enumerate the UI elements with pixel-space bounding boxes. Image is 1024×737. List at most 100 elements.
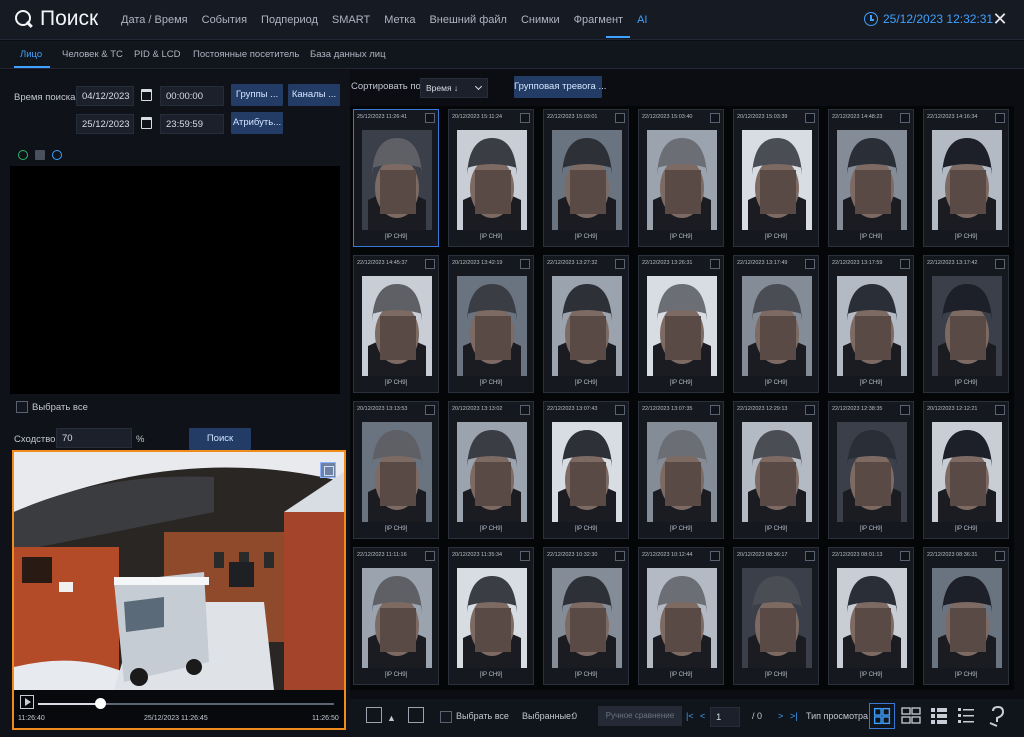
tab-face[interactable]: Лицо	[20, 49, 42, 60]
face-result-card[interactable]: 20/12/2023 13:13:53 [IP CH9]	[353, 401, 439, 539]
fullscreen-icon[interactable]	[320, 462, 336, 478]
face-result-checkbox[interactable]	[900, 113, 910, 123]
nav-snapshots[interactable]: Снимки	[521, 14, 560, 26]
face-result-checkbox[interactable]	[520, 405, 530, 415]
face-result-checkbox[interactable]	[615, 551, 625, 561]
export-icon[interactable]	[408, 707, 424, 723]
face-result-card[interactable]: 20/12/2023 12:12:21 [IP CH9]	[923, 401, 1009, 539]
nav-events[interactable]: События	[202, 14, 247, 26]
groups-button[interactable]: Группы ...	[231, 84, 283, 106]
list-view-icon[interactable]	[953, 703, 979, 729]
face-result-card[interactable]: 20/12/2023 15:11:24 [IP CH9]	[448, 109, 534, 247]
face-result-card[interactable]: 22/12/2023 08:36:31 [IP CH9]	[923, 547, 1009, 685]
delete-icon[interactable]	[35, 150, 45, 160]
face-result-checkbox[interactable]	[520, 113, 530, 123]
start-time-field[interactable]: 00:00:00	[160, 86, 224, 106]
tab-pid-lcd[interactable]: PID & LCD	[134, 49, 180, 60]
face-result-checkbox[interactable]	[900, 259, 910, 269]
face-result-checkbox[interactable]	[710, 405, 720, 415]
play-icon[interactable]	[20, 695, 34, 709]
face-result-checkbox[interactable]	[520, 259, 530, 269]
search-button[interactable]: Поиск	[189, 428, 251, 450]
face-result-checkbox[interactable]	[995, 259, 1005, 269]
prev-page-icon[interactable]: <	[700, 711, 705, 721]
similarity-input[interactable]: 70	[56, 428, 132, 448]
end-date-field[interactable]: 25/12/2023	[76, 114, 134, 134]
add-icon[interactable]	[18, 150, 28, 160]
face-result-checkbox[interactable]	[615, 405, 625, 415]
face-result-checkbox[interactable]	[615, 259, 625, 269]
face-result-card[interactable]: 22/12/2023 11:11:16 [IP CH9]	[353, 547, 439, 685]
face-result-card[interactable]: 22/12/2023 15:03:01 [IP CH9]	[543, 109, 629, 247]
select-all-checkbox[interactable]	[16, 401, 28, 413]
face-result-card[interactable]: 25/12/2023 11:26:41 [IP CH9]	[353, 109, 439, 247]
face-result-card[interactable]: 22/12/2023 13:27:32 [IP CH9]	[543, 255, 629, 393]
nav-subperiod[interactable]: Подпериод	[261, 14, 318, 26]
close-button[interactable]: ✕	[990, 9, 1010, 29]
group-alarm-button[interactable]: Групповая тревога ...	[514, 76, 606, 98]
video-preview[interactable]: 11:26:40 25/12/2023 11:26:45 11:26:50	[12, 450, 346, 730]
face-result-checkbox[interactable]	[615, 113, 625, 123]
face-result-checkbox[interactable]	[805, 259, 815, 269]
face-result-card[interactable]: 20/12/2023 13:13:02 [IP CH9]	[448, 401, 534, 539]
face-result-card[interactable]: 22/12/2023 13:17:42 [IP CH9]	[923, 255, 1009, 393]
attribute-button[interactable]: Атрибуть...	[231, 112, 283, 134]
playback-slider-handle[interactable]	[95, 698, 106, 709]
nav-fragment[interactable]: Фрагмент	[574, 14, 623, 26]
channels-button[interactable]: Каналы ...	[288, 84, 340, 106]
refresh-icon[interactable]	[52, 150, 62, 160]
face-result-card[interactable]: 20/12/2023 15:03:39 [IP CH9]	[733, 109, 819, 247]
face-result-checkbox[interactable]	[995, 405, 1005, 415]
face-result-checkbox[interactable]	[425, 405, 435, 415]
nav-external-file[interactable]: Внешний файл	[429, 14, 507, 26]
face-result-checkbox[interactable]	[710, 551, 720, 561]
face-result-checkbox[interactable]	[710, 259, 720, 269]
face-result-card[interactable]: 20/12/2023 11:35:34 [IP CH9]	[448, 547, 534, 685]
nav-ai[interactable]: AI	[637, 14, 647, 26]
start-date-field[interactable]: 04/12/2023	[76, 86, 134, 106]
manual-compare-button[interactable]: Ручное сравнение	[598, 706, 682, 726]
first-page-icon[interactable]: |<	[686, 711, 694, 721]
face-result-card[interactable]: 22/12/2023 14:48:23 [IP CH9]	[828, 109, 914, 247]
face-result-card[interactable]: 22/12/2023 12:29:13 [IP CH9]	[733, 401, 819, 539]
grid-small-view-icon[interactable]	[898, 703, 924, 729]
face-result-card[interactable]: 22/12/2023 10:32:30 [IP CH9]	[543, 547, 629, 685]
face-result-card[interactable]: 22/12/2023 13:07:43 [IP CH9]	[543, 401, 629, 539]
face-result-checkbox[interactable]	[425, 113, 435, 123]
face-result-checkbox[interactable]	[900, 405, 910, 415]
face-result-card[interactable]: 22/12/2023 13:17:49 [IP CH9]	[733, 255, 819, 393]
face-result-checkbox[interactable]	[900, 551, 910, 561]
page-input[interactable]: 1	[710, 707, 740, 727]
face-result-checkbox[interactable]	[710, 113, 720, 123]
face-result-checkbox[interactable]	[425, 259, 435, 269]
nav-smart[interactable]: SMART	[332, 14, 370, 26]
tab-human-vehicle[interactable]: Человек & ТС	[62, 49, 123, 60]
face-result-card[interactable]: 20/12/2023 13:42:19 [IP CH9]	[448, 255, 534, 393]
calendar-icon[interactable]	[141, 89, 152, 101]
play-results-icon[interactable]	[366, 707, 382, 723]
face-image-list[interactable]	[10, 166, 340, 394]
face-result-checkbox[interactable]	[425, 551, 435, 561]
grid-detail-view-icon[interactable]	[926, 703, 952, 729]
calendar-icon[interactable]	[141, 117, 152, 129]
face-result-card[interactable]: 22/12/2023 10:12:44 [IP CH9]	[638, 547, 724, 685]
face-result-checkbox[interactable]	[805, 113, 815, 123]
face-result-card[interactable]: 22/12/2023 15:03:40 [IP CH9]	[638, 109, 724, 247]
face-result-card[interactable]: 22/12/2023 14:45:37 [IP CH9]	[353, 255, 439, 393]
face-result-card[interactable]: 22/12/2023 13:07:35 [IP CH9]	[638, 401, 724, 539]
next-page-icon[interactable]: >	[778, 711, 783, 721]
face-result-card[interactable]: 22/12/2023 12:38:35 [IP CH9]	[828, 401, 914, 539]
grid-large-view-icon[interactable]	[869, 703, 895, 729]
last-page-icon[interactable]: >|	[790, 711, 798, 721]
face-result-card[interactable]: 22/12/2023 14:16:34 [IP CH9]	[923, 109, 1009, 247]
bottom-select-all-checkbox[interactable]	[440, 711, 452, 723]
face-result-checkbox[interactable]	[805, 405, 815, 415]
face-result-checkbox[interactable]	[520, 551, 530, 561]
face-result-card[interactable]: 22/12/2023 13:26:31 [IP CH9]	[638, 255, 724, 393]
face-result-checkbox[interactable]	[805, 551, 815, 561]
face-result-card[interactable]: 22/12/2023 13:17:59 [IP CH9]	[828, 255, 914, 393]
back-icon[interactable]	[984, 703, 1010, 729]
dropdown-arrow-icon[interactable]: ▲	[387, 713, 396, 723]
end-time-field[interactable]: 23:59:59	[160, 114, 224, 134]
face-result-checkbox[interactable]	[995, 113, 1005, 123]
